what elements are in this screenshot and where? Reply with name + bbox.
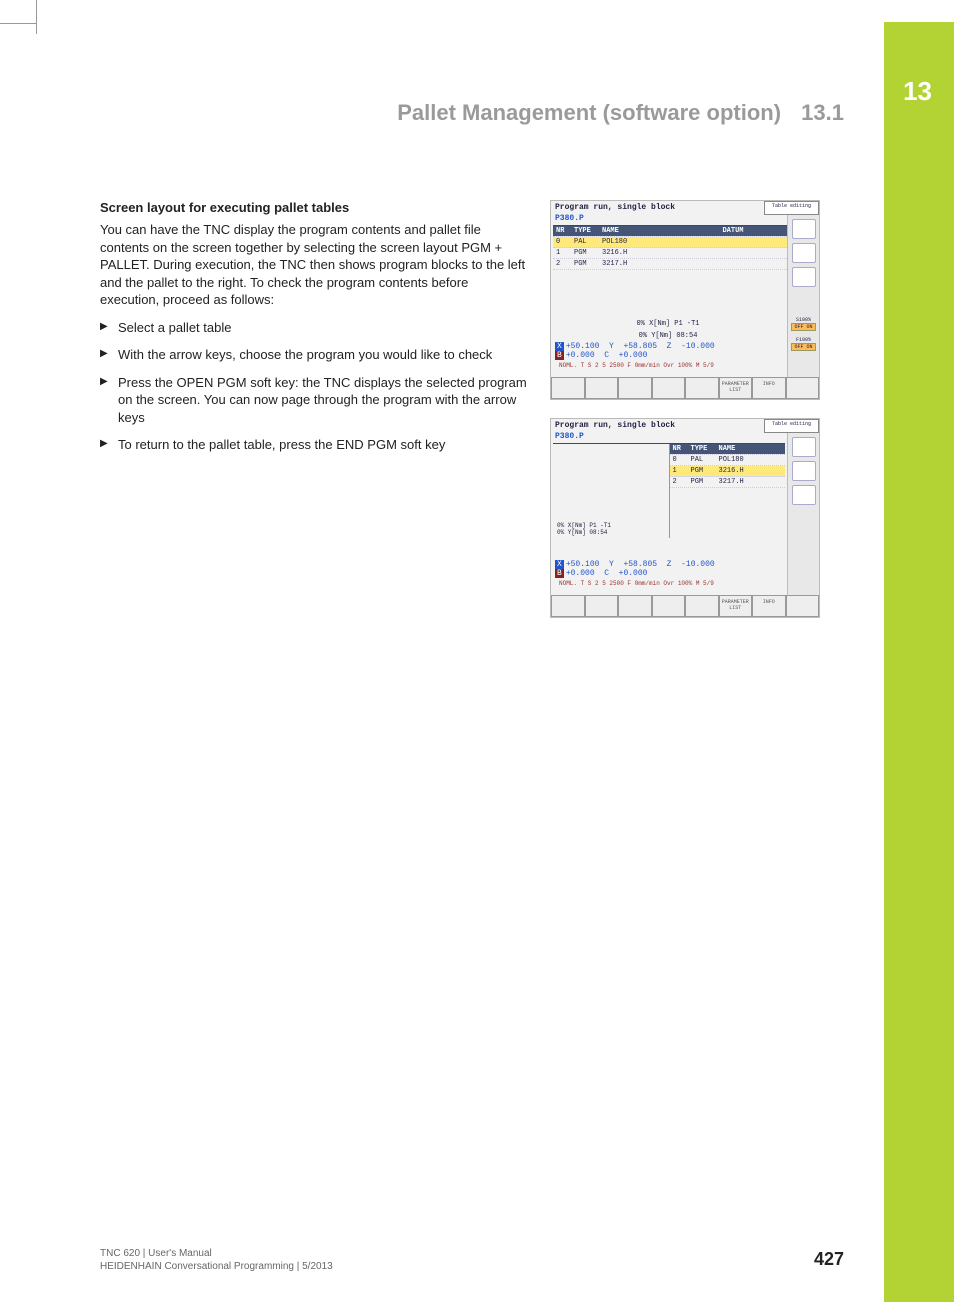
table-row: 0 PAL POL180 xyxy=(670,455,786,466)
table-row: 2 PGM 3217.H xyxy=(553,259,817,270)
softkey: PARAMETER LIST xyxy=(719,595,753,617)
chapter-number: 13 xyxy=(903,76,932,107)
load-line-2: 0% Y[Nm] 08:54 xyxy=(555,330,781,342)
coord-readout: X+50.100 Y +58.805 Z -10.000 xyxy=(555,342,781,351)
footer-text: TNC 620 | User's Manual HEIDENHAIN Conve… xyxy=(100,1247,333,1273)
chapter-title: Pallet Management (software option) xyxy=(397,100,781,125)
col-nr: NR xyxy=(553,226,571,236)
side-icon xyxy=(792,219,816,239)
crop-mark-h xyxy=(0,23,36,24)
subheading: Screen layout for executing pallet table… xyxy=(100,200,530,215)
table-row: 1 PGM 3216.H xyxy=(670,466,786,477)
coord-readout: X+50.100 Y +58.805 Z -10.000 xyxy=(555,560,781,569)
softkey xyxy=(618,595,652,617)
softkey: INFO xyxy=(752,377,786,399)
side-icon xyxy=(792,485,816,505)
footer-line-1: TNC 620 | User's Manual xyxy=(100,1247,333,1260)
chapter-header: Pallet Management (software option) 13.1 xyxy=(397,100,844,126)
pallet-table: NR TYPE NAME DATUM 0 PAL POL180 1 PGM 32… xyxy=(553,225,817,270)
softkey: PARAMETER LIST xyxy=(719,377,753,399)
side-toolbar: S100%OFF ON F100%OFF ON xyxy=(787,215,819,377)
side-icon xyxy=(792,461,816,481)
load-line-1: 0% X[Nm] P1 -T1 xyxy=(555,318,781,330)
coord-readout-2: B+0.000 C +0.000 xyxy=(555,351,781,360)
list-item: With the arrow keys, choose the program … xyxy=(100,346,530,364)
chapter-tab xyxy=(884,22,954,1302)
program-pane: 0% X[Nm] P1 -T1 0% Y[Nm] 08:54 xyxy=(553,444,670,538)
pallet-pane: NR TYPE NAME 0 PAL POL180 1 PGM 3216.H xyxy=(670,444,786,538)
footer-line-2: HEIDENHAIN Conversational Programming | … xyxy=(100,1260,333,1273)
list-item: To return to the pallet table, press the… xyxy=(100,436,530,454)
softkey-row: PARAMETER LIST INFO xyxy=(551,377,819,399)
softkey xyxy=(618,377,652,399)
side-icon xyxy=(792,267,816,287)
status-line: NOML. T S 2 5 2500 F 0mm/min Ovr 100% M … xyxy=(555,578,781,589)
table-row: 2 PGM 3217.H xyxy=(670,477,786,488)
crop-mark-v xyxy=(36,0,48,34)
softkey: INFO xyxy=(752,595,786,617)
softkey xyxy=(585,595,619,617)
softkey-row: PARAMETER LIST INFO xyxy=(551,595,819,617)
softkey xyxy=(585,377,619,399)
text-column: Screen layout for executing pallet table… xyxy=(100,200,550,636)
page-number: 427 xyxy=(814,1249,844,1270)
instruction-list: Select a pallet table With the arrow key… xyxy=(100,319,530,454)
mode-box: Table editing xyxy=(764,419,819,433)
softkey xyxy=(652,377,686,399)
intro-paragraph: You can have the TNC display the program… xyxy=(100,221,530,309)
side-icon xyxy=(792,437,816,457)
screenshot-pgm-pallet: Table editing Program run, single block … xyxy=(550,418,820,618)
softkey xyxy=(551,595,585,617)
softkey xyxy=(652,595,686,617)
softkey xyxy=(786,595,820,617)
mode-box: Table editing xyxy=(764,201,819,215)
list-item: Press the OPEN PGM soft key: the TNC dis… xyxy=(100,374,530,427)
screenshot-pallet-table: Table editing Program run, single block … xyxy=(550,200,820,400)
softkey xyxy=(551,377,585,399)
col-type: TYPE xyxy=(571,226,599,236)
table-row: 1 PGM 3216.H xyxy=(553,248,817,259)
override-s: S100%OFF ON xyxy=(788,317,819,331)
side-icon xyxy=(792,243,816,263)
softkey xyxy=(685,595,719,617)
softkey xyxy=(786,377,820,399)
col-name: NAME xyxy=(599,226,649,236)
load-line-1: 0% X[Nm] P1 -T1 xyxy=(557,522,611,529)
status-line: NOML. T S 2 5 2500 F 0mm/min Ovr 100% M … xyxy=(555,360,781,371)
section-number: 13.1 xyxy=(801,100,844,125)
override-f: F100%OFF ON xyxy=(788,337,819,351)
screenshot-column: Table editing Program run, single block … xyxy=(550,200,850,636)
load-line-2: 0% Y[Nm] 08:54 xyxy=(557,529,611,536)
ss-filename: P380.P xyxy=(551,214,819,225)
softkey xyxy=(685,377,719,399)
list-item: Select a pallet table xyxy=(100,319,530,337)
side-toolbar xyxy=(787,433,819,595)
ss-filename: P380.P xyxy=(551,432,819,443)
table-row: 0 PAL POL180 xyxy=(553,237,817,248)
coord-readout-2: B+0.000 C +0.000 xyxy=(555,569,781,578)
